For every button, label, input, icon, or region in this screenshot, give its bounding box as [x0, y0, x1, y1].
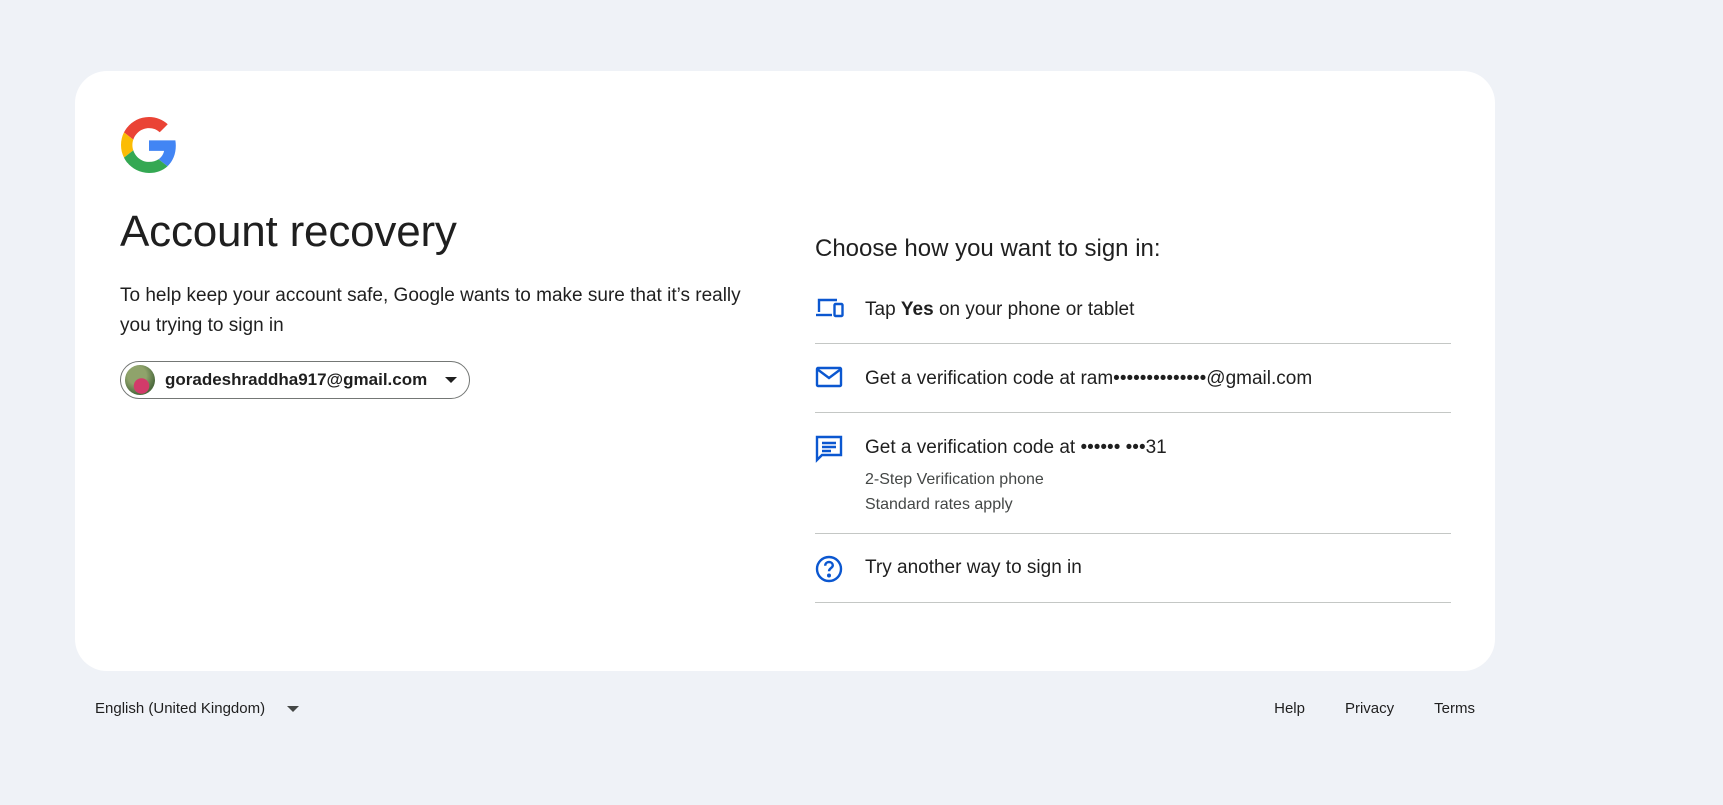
footer-links: Help Privacy Terms: [1274, 700, 1475, 717]
recovery-card: Account recovery To help keep your accou…: [75, 71, 1495, 671]
language-selector[interactable]: English (United Kingdom): [95, 700, 300, 717]
signin-options-list: Tap Yes on your phone or tablet Get a ve…: [815, 276, 1451, 603]
option-sms-code[interactable]: Get a verification code at •••••• •••31 …: [815, 413, 1451, 534]
avatar: [125, 365, 155, 395]
option-sublabel: 2-Step Verification phone: [865, 471, 1044, 488]
language-label: English (United Kingdom): [95, 700, 266, 717]
chevron-down-icon: [445, 377, 458, 383]
page-subtitle: To help keep your account safe, Google w…: [120, 285, 741, 336]
devices-icon: [815, 297, 849, 319]
account-chooser-chip[interactable]: goradeshraddha917@gmail.com: [120, 361, 471, 399]
option-email-code[interactable]: Get a verification code at ram••••••••••…: [815, 344, 1451, 413]
footer-link-terms[interactable]: Terms: [1434, 700, 1475, 717]
mail-icon: [815, 366, 849, 388]
account-email: goradeshraddha917@gmail.com: [165, 370, 428, 389]
footer-link-help[interactable]: Help: [1274, 700, 1305, 717]
signin-options-heading: Choose how you want to sign in:: [815, 235, 1161, 262]
page-title: Account recovery: [120, 207, 457, 256]
option-label: Try another way to sign in: [865, 557, 1082, 578]
footer: English (United Kingdom) Help Privacy Te…: [0, 700, 1723, 724]
chevron-down-icon: [287, 705, 300, 712]
google-logo-icon: [121, 117, 176, 173]
sms-icon: [815, 435, 849, 463]
option-sublabel: Standard rates apply: [865, 496, 1013, 513]
option-label: Get a verification code at ram••••••••••…: [865, 368, 1313, 389]
option-try-another-way[interactable]: Try another way to sign in: [815, 534, 1451, 603]
option-label: Tap Yes on your phone or tablet: [865, 299, 1135, 320]
option-label: Get a verification code at •••••• •••31: [865, 437, 1167, 458]
help-circle-icon: [815, 555, 849, 583]
option-tap-yes-on-device[interactable]: Tap Yes on your phone or tablet: [815, 276, 1451, 344]
footer-link-privacy[interactable]: Privacy: [1345, 700, 1394, 717]
